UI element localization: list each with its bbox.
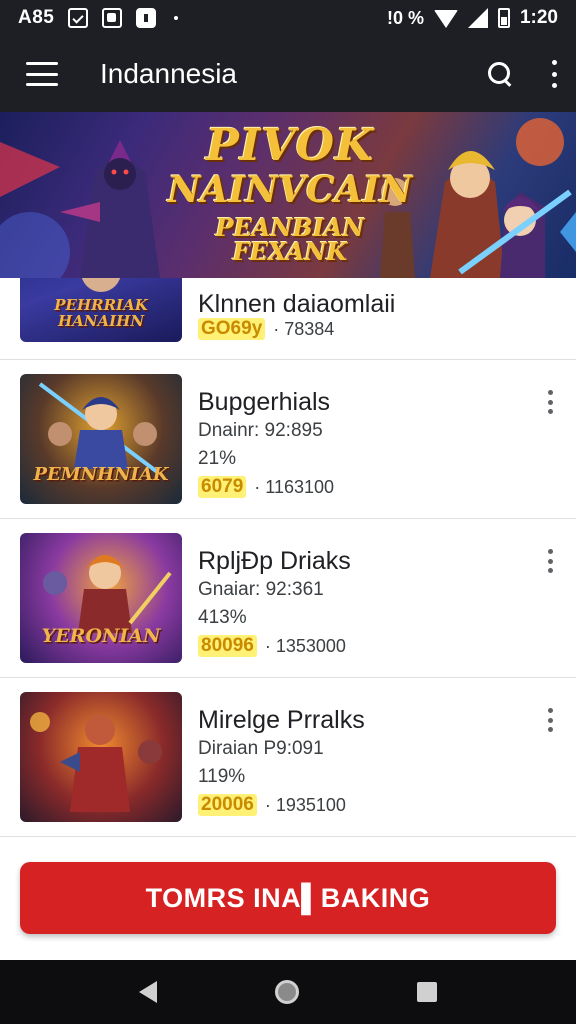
app-bar: Indannesia	[0, 36, 576, 112]
network-label: !0 %	[386, 7, 424, 28]
item-percent: 119%	[198, 766, 246, 787]
status-carrier-text: A85	[18, 7, 55, 28]
back-icon[interactable]	[139, 981, 157, 1003]
item-percent: 413%	[198, 607, 247, 628]
thumbnail-art	[30, 712, 162, 812]
wifi-icon	[433, 10, 458, 28]
list-item[interactable]: Mirelge Prralks Diraian P9:091 119% 2000…	[0, 678, 576, 837]
thumbnail-caption: YERONIAN	[41, 625, 161, 647]
cta-button[interactable]: TOMRS INA▌BAKING	[20, 862, 556, 934]
item-count: · 1353000	[264, 635, 346, 656]
game-list: PEHRRIAK HANAIHN Klnnen daiaomlaii GO69y…	[0, 278, 576, 838]
system-nav-bar	[0, 960, 576, 1024]
item-stats: 6079 · 1163100	[198, 476, 334, 498]
notification-check-icon	[68, 8, 89, 28]
status-bar: A85 !0 % 1:20	[0, 0, 576, 36]
banner-title-line2: NAINVCAIN	[167, 169, 413, 211]
notification-dot-icon	[174, 16, 179, 20]
banner-title: PIVOK NAINVCAIN PEANBIAN FEXANK	[160, 124, 420, 264]
item-title: Bupgerhials	[198, 388, 331, 416]
more-vert-icon[interactable]	[550, 60, 558, 88]
thumbnail-caption: PEHRRIAK HANAIHN	[54, 296, 148, 330]
list-item[interactable]: YERONIAN RpljÐp Driaks Gnaiar: 92:361 41…	[0, 519, 576, 678]
item-meta: Diraian P9:091	[198, 738, 324, 759]
price-badge: GO69y	[198, 318, 266, 340]
list-item[interactable]: PEHRRIAK HANAIHN Klnnen daiaomlaii GO69y…	[0, 278, 576, 360]
game-thumbnail: PEMNHNIAK	[20, 374, 182, 504]
item-count: · 1935100	[264, 794, 346, 815]
item-title: Mirelge Prralks	[198, 706, 365, 734]
item-stats: GO69y · 7⁣8384	[198, 318, 334, 340]
game-thumbnail	[20, 692, 182, 822]
app-title: Indannesia	[100, 58, 238, 89]
more-vert-icon[interactable]	[546, 708, 554, 732]
game-thumbnail: YERONIAN	[20, 533, 182, 663]
price-badge: 80096	[198, 635, 257, 657]
signal-icon	[467, 8, 488, 28]
more-vert-icon[interactable]	[546, 549, 554, 573]
menu-icon[interactable]	[26, 62, 58, 86]
list-item[interactable]: PEMNHNIAK Bupgerhials Dnainr: 92:895 21%…	[0, 360, 576, 519]
banner-title-line3: PEANBIAN FEXANK	[215, 213, 365, 266]
recents-icon[interactable]	[417, 982, 437, 1002]
banner-title-line1: PIVOK	[205, 120, 375, 171]
item-title: Klnnen daiaomlaii	[198, 290, 396, 318]
notification-image-icon	[102, 8, 123, 28]
search-icon[interactable]	[486, 60, 514, 88]
more-vert-icon[interactable]	[546, 390, 554, 414]
item-meta: Dnainr: 92:895	[198, 420, 323, 441]
item-meta: Gnaiar: 92:361	[198, 579, 324, 600]
item-stats: 80096 · 1353000	[198, 635, 346, 657]
notification-app-icon	[136, 8, 157, 28]
cta-container: TOMRS INA▌BAKING	[0, 838, 576, 960]
item-count: · 7⁣8384	[273, 318, 335, 339]
status-indicators: !0 % 1:20	[387, 7, 558, 29]
promo-banner[interactable]: PIVOK NAINVCAIN PEANBIAN FEXANK	[0, 112, 576, 278]
item-stats: 20006 · 1935100	[198, 794, 346, 816]
price-badge: 6079	[198, 476, 247, 498]
item-title: RpljÐp Driaks	[198, 547, 351, 575]
game-thumbnail: PEHRRIAK HANAIHN	[20, 278, 182, 342]
item-count: · 1163100	[254, 476, 335, 497]
thumbnail-caption: PEMNHNIAK	[33, 464, 169, 485]
item-percent: 21%	[198, 448, 237, 469]
price-badge: 20006	[198, 794, 257, 816]
battery-icon	[497, 8, 510, 28]
status-clock: 1:20	[519, 7, 558, 28]
home-icon[interactable]	[275, 980, 299, 1004]
